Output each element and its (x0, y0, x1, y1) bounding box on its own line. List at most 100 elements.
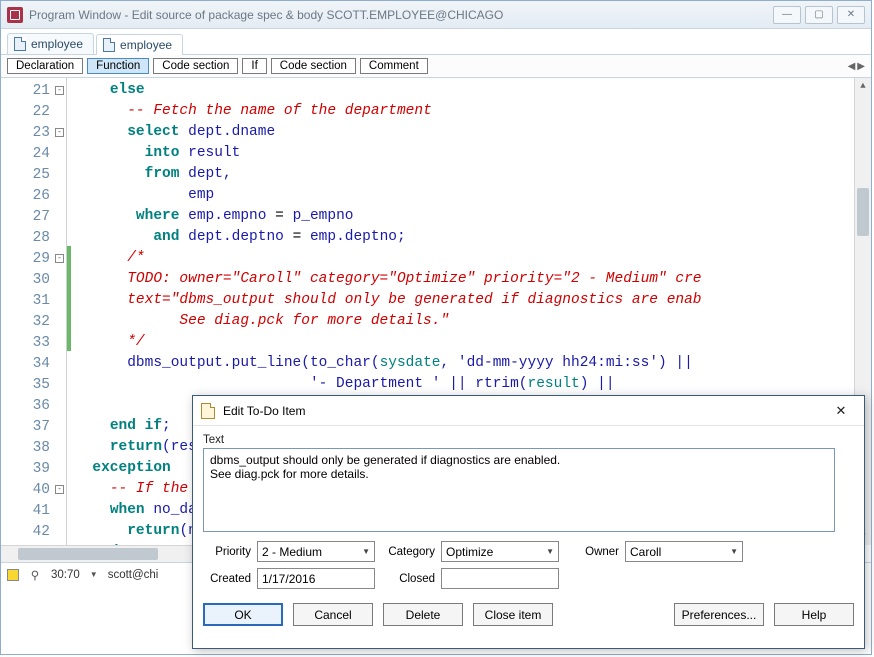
fold-toggle-icon[interactable]: - (55, 128, 64, 137)
owner-select[interactable]: Caroll ▼ (625, 541, 743, 562)
section-prev-icon[interactable]: ◀ (848, 61, 856, 72)
scroll-thumb[interactable] (857, 188, 869, 236)
category-select[interactable]: Optimize ▼ (441, 541, 559, 562)
line-number: 26 (1, 185, 66, 206)
connection-status: scott@chi (108, 569, 159, 581)
code-line[interactable]: '- Department ' || rtrim(result) || (75, 374, 871, 395)
created-label: Created (203, 573, 251, 585)
cancel-button[interactable]: Cancel (293, 603, 373, 626)
file-tabs: employee employee (1, 29, 871, 55)
delete-button[interactable]: Delete (383, 603, 463, 626)
tab-label: employee (31, 37, 83, 51)
code-line[interactable]: and dept.deptno = emp.deptno; (75, 227, 871, 248)
priority-select[interactable]: 2 - Medium ▼ (257, 541, 375, 562)
code-line[interactable]: -- Fetch the name of the department (75, 101, 871, 122)
text-label: Text (203, 434, 854, 446)
note-icon (201, 403, 215, 419)
window-title: Program Window - Edit source of package … (29, 8, 773, 22)
category-label: Category (381, 546, 435, 558)
chevron-down-icon: ▼ (730, 547, 738, 556)
created-field[interactable]: 1/17/2016 (257, 568, 375, 589)
line-number: 28 (1, 227, 66, 248)
section-code-1[interactable]: Code section (153, 58, 238, 74)
tab-employee-2[interactable]: employee (96, 34, 183, 55)
code-line[interactable]: */ (75, 332, 871, 353)
code-line[interactable]: into result (75, 143, 871, 164)
closed-label: Closed (381, 573, 435, 585)
code-line[interactable]: dbms_output.put_line(to_char(sysdate, 'd… (75, 353, 871, 374)
fold-toggle-icon[interactable]: - (55, 86, 64, 95)
window-buttons: — ▢ ✕ (773, 6, 865, 24)
dialog-titlebar: Edit To-Do Item ✕ (193, 396, 864, 426)
line-number: 24 (1, 143, 66, 164)
line-number: 40- (1, 479, 66, 500)
dropdown-icon[interactable]: ▼ (90, 570, 98, 579)
dialog-buttons: OK Cancel Delete Close item Preferences.… (193, 595, 864, 636)
line-number: 35 (1, 374, 66, 395)
titlebar: Program Window - Edit source of package … (1, 1, 871, 29)
edit-todo-dialog: Edit To-Do Item ✕ Text Priority 2 - Medi… (192, 395, 865, 649)
chevron-down-icon: ▼ (362, 547, 370, 556)
hscroll-thumb[interactable] (18, 548, 158, 560)
preferences-button[interactable]: Preferences... (674, 603, 764, 626)
section-if[interactable]: If (242, 58, 266, 74)
category-value: Optimize (446, 545, 493, 559)
closed-field[interactable] (441, 568, 559, 589)
minimize-button[interactable]: — (773, 6, 801, 24)
owner-value: Caroll (630, 545, 661, 559)
tab-label: employee (120, 38, 172, 52)
line-number: 38 (1, 437, 66, 458)
gutter: 21-2223-242526272829-3031323334353637383… (1, 78, 67, 562)
scroll-up-icon[interactable]: ▲ (855, 78, 871, 95)
fold-toggle-icon[interactable]: - (55, 485, 64, 494)
owner-label: Owner (565, 546, 619, 558)
code-line[interactable]: from dept, (75, 164, 871, 185)
change-bar (67, 246, 71, 351)
cursor-position: 30:70 (51, 569, 80, 581)
dialog-close-button[interactable]: ✕ (826, 399, 856, 423)
section-function[interactable]: Function (87, 58, 149, 74)
section-declaration[interactable]: Declaration (7, 58, 83, 74)
code-line[interactable]: select dept.dname (75, 122, 871, 143)
line-number: 36 (1, 395, 66, 416)
code-line[interactable]: /* (75, 248, 871, 269)
close-item-button[interactable]: Close item (473, 603, 553, 626)
code-line[interactable]: where emp.empno = p_empno (75, 206, 871, 227)
code-line[interactable]: else (75, 80, 871, 101)
line-number: 42 (1, 521, 66, 542)
section-next-icon[interactable]: ▶ (857, 61, 865, 72)
line-number: 22 (1, 101, 66, 122)
status-indicator-icon (7, 569, 19, 581)
file-icon (103, 38, 115, 52)
code-line[interactable]: TODO: owner="Caroll" category="Optimize"… (75, 269, 871, 290)
line-number: 39 (1, 458, 66, 479)
tab-employee-1[interactable]: employee (7, 33, 94, 54)
maximize-button[interactable]: ▢ (805, 6, 833, 24)
file-icon (14, 37, 26, 51)
section-code-2[interactable]: Code section (271, 58, 356, 74)
fold-toggle-icon[interactable]: - (55, 254, 64, 263)
line-number: 29- (1, 248, 66, 269)
code-line[interactable]: text="dbms_output should only be generat… (75, 290, 871, 311)
code-line[interactable]: See diag.pck for more details." (75, 311, 871, 332)
dialog-title: Edit To-Do Item (223, 404, 826, 418)
close-button[interactable]: ✕ (837, 6, 865, 24)
section-comment[interactable]: Comment (360, 58, 428, 74)
bookmark-icon[interactable]: ⚲ (29, 568, 41, 582)
priority-value: 2 - Medium (262, 545, 322, 559)
line-number: 34 (1, 353, 66, 374)
help-button[interactable]: Help (774, 603, 854, 626)
line-number: 27 (1, 206, 66, 227)
line-number: 25 (1, 164, 66, 185)
line-number: 37 (1, 416, 66, 437)
created-value: 1/17/2016 (262, 572, 315, 586)
line-number: 23- (1, 122, 66, 143)
line-number: 21- (1, 80, 66, 101)
chevron-down-icon: ▼ (546, 547, 554, 556)
line-number: 31 (1, 290, 66, 311)
line-number: 32 (1, 311, 66, 332)
app-icon (7, 7, 23, 23)
code-line[interactable]: emp (75, 185, 871, 206)
text-field[interactable] (203, 448, 835, 532)
ok-button[interactable]: OK (203, 603, 283, 626)
